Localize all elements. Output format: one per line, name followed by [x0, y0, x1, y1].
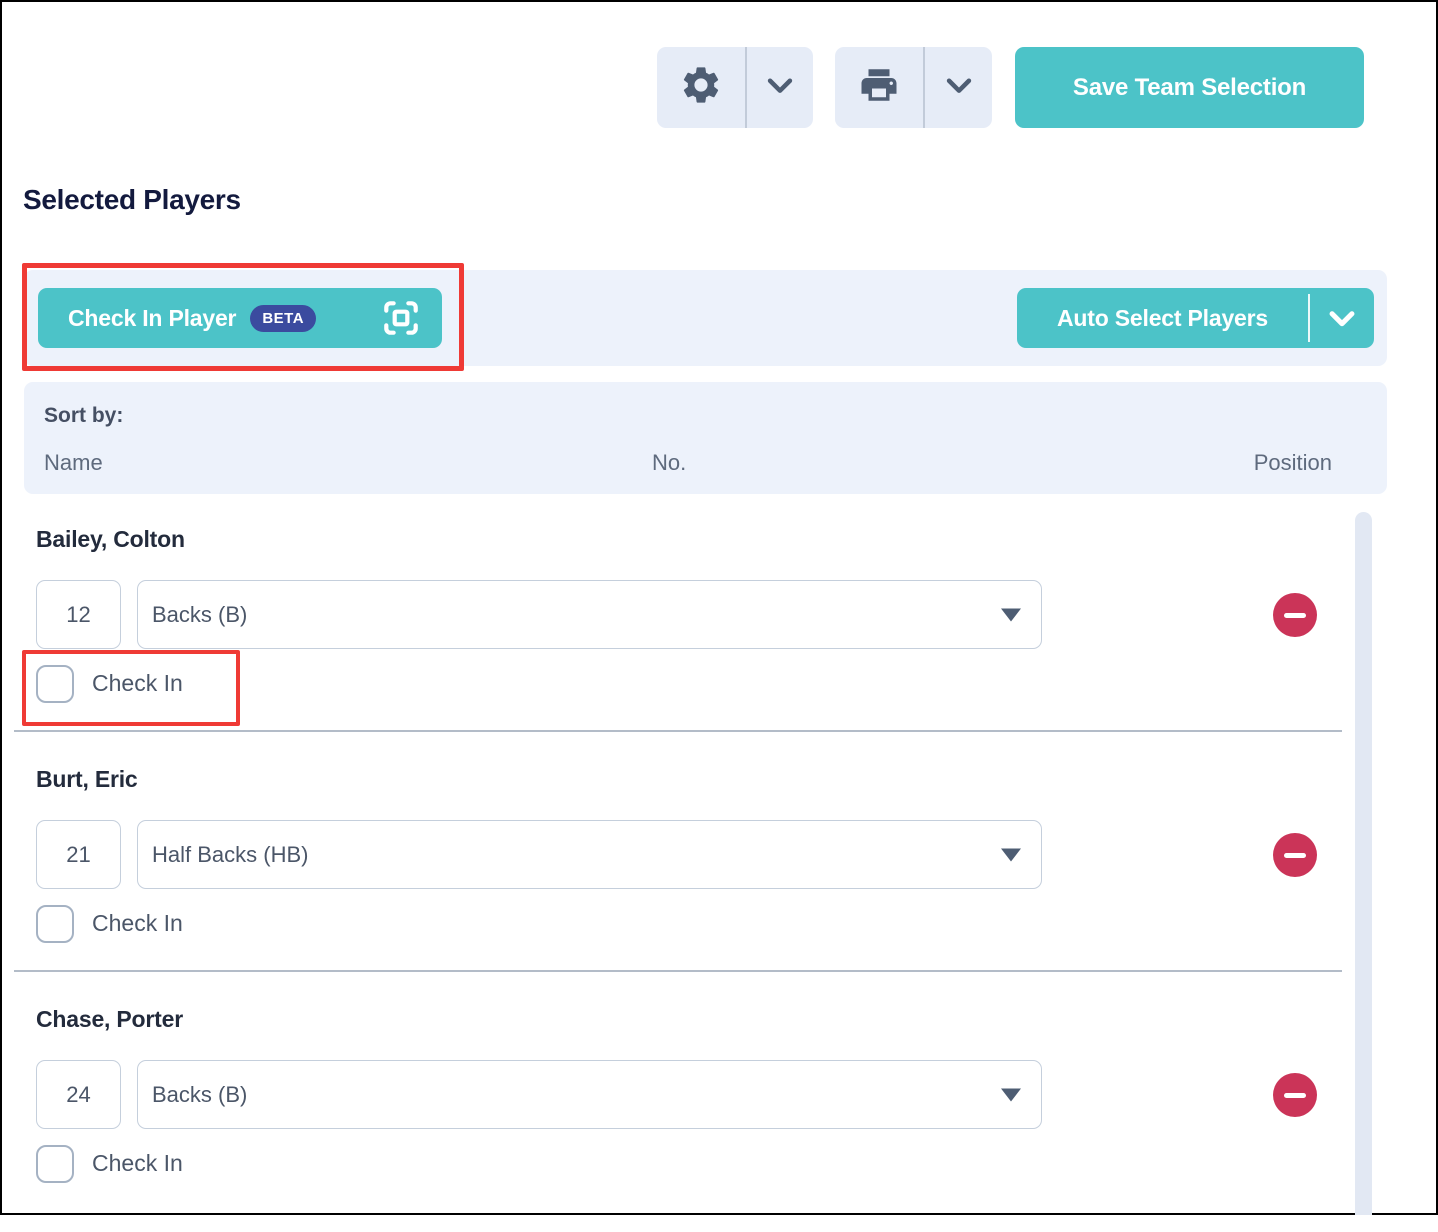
- sort-column-number[interactable]: No.: [652, 450, 686, 476]
- check-in-label: Check In: [92, 1150, 183, 1176]
- jersey-number-input[interactable]: [36, 820, 121, 889]
- chevron-down-icon: [942, 68, 976, 107]
- scan-icon: [380, 297, 422, 339]
- print-button[interactable]: [835, 47, 923, 128]
- check-in-player-button[interactable]: Check In Player BETA: [38, 288, 442, 348]
- minus-icon: [1284, 852, 1306, 858]
- check-in-label: Check In: [92, 670, 183, 696]
- sort-column-name[interactable]: Name: [44, 450, 103, 476]
- auto-select-players-button[interactable]: Auto Select Players: [1017, 288, 1374, 348]
- position-select-value: Backs (B): [152, 1081, 248, 1107]
- minus-icon: [1284, 1092, 1306, 1098]
- player-row: Bailey, Colton Backs (B) Check In: [2, 512, 1347, 752]
- check-in-label: Check In: [92, 910, 183, 936]
- remove-player-button[interactable]: [1273, 833, 1317, 877]
- print-split-button: [835, 47, 992, 128]
- page-title: Selected Players: [23, 184, 241, 215]
- player-name: Bailey, Colton: [36, 526, 185, 552]
- gear-icon: [679, 63, 723, 112]
- sort-column-position[interactable]: Position: [1254, 450, 1332, 476]
- auto-select-dropdown-toggle[interactable]: [1310, 288, 1374, 348]
- settings-button[interactable]: [657, 47, 745, 128]
- sort-bar: Sort by: Name No. Position: [24, 382, 1387, 494]
- settings-dropdown-toggle[interactable]: [747, 47, 813, 128]
- team-selection-screen: Save Team Selection Selected Players Che…: [0, 0, 1438, 1215]
- settings-split-button: [657, 47, 813, 128]
- printer-icon: [858, 64, 900, 111]
- row-divider: [14, 730, 1342, 732]
- scrollbar[interactable]: [1355, 512, 1372, 1215]
- check-in-checkbox[interactable]: [36, 905, 74, 943]
- position-select-value: Half Backs (HB): [152, 841, 309, 867]
- jersey-number-input[interactable]: [36, 580, 121, 649]
- minus-icon: [1284, 612, 1306, 618]
- player-name: Chase, Porter: [36, 1006, 183, 1032]
- chevron-down-icon: [763, 68, 797, 107]
- row-divider: [14, 970, 1342, 972]
- caret-down-icon: [1001, 848, 1021, 861]
- position-select[interactable]: Half Backs (HB): [137, 820, 1042, 889]
- caret-down-icon: [1001, 1088, 1021, 1101]
- save-team-selection-button[interactable]: Save Team Selection: [1015, 47, 1364, 128]
- auto-select-players-label: Auto Select Players: [1057, 304, 1268, 331]
- player-row: Chase, Porter Backs (B) Check In: [2, 992, 1347, 1232]
- position-select-value: Backs (B): [152, 601, 248, 627]
- print-dropdown-toggle[interactable]: [925, 47, 992, 128]
- check-in-player-label: Check In Player: [68, 304, 237, 331]
- jersey-number-input[interactable]: [36, 1060, 121, 1129]
- sort-by-label: Sort by:: [44, 404, 124, 427]
- divider: [1308, 294, 1310, 342]
- caret-down-icon: [1001, 608, 1021, 621]
- remove-player-button[interactable]: [1273, 1073, 1317, 1117]
- remove-player-button[interactable]: [1273, 593, 1317, 637]
- beta-badge: BETA: [250, 304, 317, 332]
- actions-bar: Check In Player BETA Auto Select Players: [24, 270, 1387, 366]
- position-select[interactable]: Backs (B): [137, 1060, 1042, 1129]
- position-select[interactable]: Backs (B): [137, 580, 1042, 649]
- player-name: Burt, Eric: [36, 766, 138, 792]
- check-in-checkbox[interactable]: [36, 1145, 74, 1183]
- check-in-checkbox[interactable]: [36, 665, 74, 703]
- player-row: Burt, Eric Half Backs (HB) Check In: [2, 752, 1347, 992]
